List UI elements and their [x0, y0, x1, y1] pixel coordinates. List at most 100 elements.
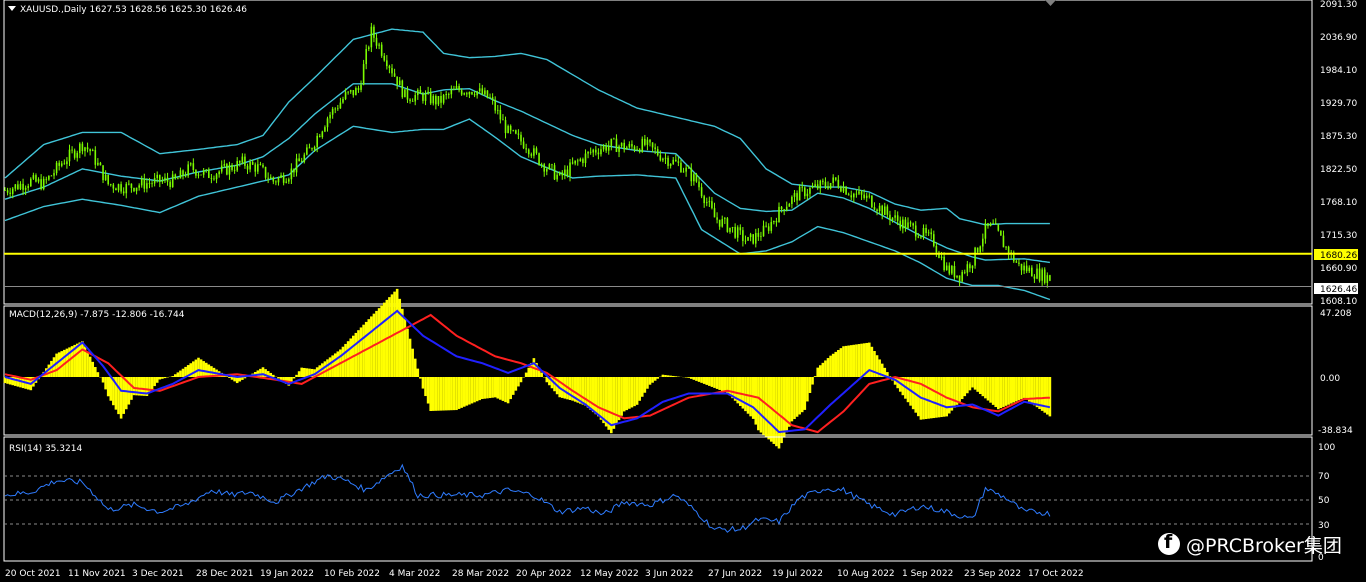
candle-body — [422, 93, 424, 101]
candle-body — [677, 161, 680, 163]
candle-body — [148, 183, 151, 185]
price-tick: 1984.10 — [1320, 66, 1357, 76]
candle-body — [1033, 276, 1036, 279]
candle-body — [187, 164, 189, 176]
candle-body — [731, 227, 734, 228]
candle-body — [951, 266, 953, 274]
candle-body — [233, 169, 236, 171]
macd-histogram-bar — [181, 368, 185, 377]
macd-histogram-bar — [816, 367, 819, 377]
candle-body — [785, 206, 788, 211]
macd-histogram-bar — [398, 298, 402, 377]
candle-body — [484, 90, 486, 95]
candle-body — [63, 163, 66, 165]
candle-body — [383, 55, 386, 61]
candle-body — [922, 228, 925, 237]
candle-body — [146, 183, 148, 189]
macd-histogram-bar — [754, 377, 758, 425]
candle-body — [161, 180, 164, 182]
macd-tick: 47.208 — [1320, 309, 1352, 319]
candle-body — [860, 191, 863, 195]
macd-histogram-bar — [664, 375, 667, 377]
macd-histogram-bar — [86, 351, 89, 377]
candle-body — [9, 192, 11, 194]
candle-body — [662, 158, 664, 161]
candle-body — [159, 174, 161, 182]
macd-histogram-bar — [661, 374, 665, 377]
candle-body — [886, 206, 889, 215]
candle-body — [417, 89, 419, 96]
candle-body — [115, 188, 117, 191]
candle-body — [907, 222, 909, 229]
macd-histogram-bar — [1007, 377, 1010, 405]
candle-body — [672, 159, 675, 164]
chart-shift-marker-icon[interactable] — [1045, 0, 1056, 6]
rsi-panel[interactable]: RSI(14) 35.3214 100 70 50 30 0 — [3, 436, 1335, 563]
candle-body — [574, 160, 576, 164]
macd-histogram-bar — [173, 374, 177, 377]
macd-histogram-bar — [202, 361, 205, 377]
macd-histogram-bar — [759, 377, 763, 433]
candle-body — [344, 92, 347, 100]
time-tick: 17 Oct 2022 — [1028, 569, 1084, 579]
macd-histogram-bar — [1048, 377, 1052, 417]
macd-histogram-bar — [519, 377, 523, 383]
candle-body — [352, 90, 355, 96]
candle-body — [569, 162, 571, 177]
candle-body — [1015, 261, 1018, 263]
candle-body — [1043, 269, 1046, 283]
macd-histogram-bar — [831, 353, 835, 377]
macd-histogram-bar — [710, 377, 714, 387]
candle-body — [595, 149, 597, 153]
macd-histogram-bar — [130, 377, 133, 400]
candle-body — [925, 228, 927, 233]
price-panel[interactable]: XAUUSD.,Daily 1627.53 1628.56 1625.30 16… — [3, 0, 1358, 307]
candle-body — [716, 217, 718, 220]
macd-histogram-bar — [486, 377, 489, 399]
candle-body — [1036, 268, 1038, 279]
macd-histogram-bar — [122, 377, 125, 414]
candle-body — [700, 187, 703, 197]
macd-histogram-bar — [457, 377, 461, 409]
macd-histogram-bar — [656, 377, 660, 379]
candle-body — [264, 166, 267, 178]
candle-body — [48, 175, 50, 180]
candle-body — [378, 44, 380, 46]
candle-body — [644, 138, 646, 145]
macd-histogram-bar — [646, 377, 649, 389]
candle-body — [249, 161, 251, 170]
macd-histogram-bar — [937, 377, 941, 418]
collapse-triangle-icon[interactable] — [8, 6, 16, 11]
macd-histogram-bar — [702, 377, 706, 384]
candle-body — [324, 127, 326, 132]
macd-histogram-bar — [119, 377, 123, 419]
candle-body — [73, 150, 76, 158]
candle-body — [468, 92, 471, 95]
candle-body — [306, 147, 308, 155]
candle-body — [326, 118, 329, 128]
time-tick: 10 Feb 2022 — [324, 569, 380, 579]
candle-body — [347, 91, 349, 93]
candle-body — [834, 177, 837, 180]
price-tick: 1715.30 — [1320, 231, 1357, 241]
candle-body — [81, 143, 84, 152]
macd-histogram-bar — [757, 377, 760, 431]
candle-body — [365, 48, 367, 65]
macd-panel[interactable]: MACD(12,26,9) -7.875 -12.806 -16.744 47.… — [3, 288, 1353, 449]
macd-histogram-bar — [540, 372, 543, 377]
candle-body — [623, 142, 625, 150]
rsi-series — [4, 463, 1051, 533]
candle-body — [386, 60, 388, 67]
candle-body — [117, 184, 120, 191]
macd-histogram-bar — [708, 377, 711, 386]
macd-histogram-bar — [821, 362, 825, 377]
macd-histogram-bar — [808, 377, 812, 393]
candle-body — [747, 237, 749, 241]
candle-body — [27, 186, 30, 188]
candle-body — [889, 214, 891, 221]
candle-body — [597, 152, 600, 155]
macd-histogram-bar — [179, 370, 182, 377]
candle-body — [551, 164, 553, 166]
candle-body — [520, 134, 522, 142]
macd-histogram-bar — [302, 367, 306, 377]
